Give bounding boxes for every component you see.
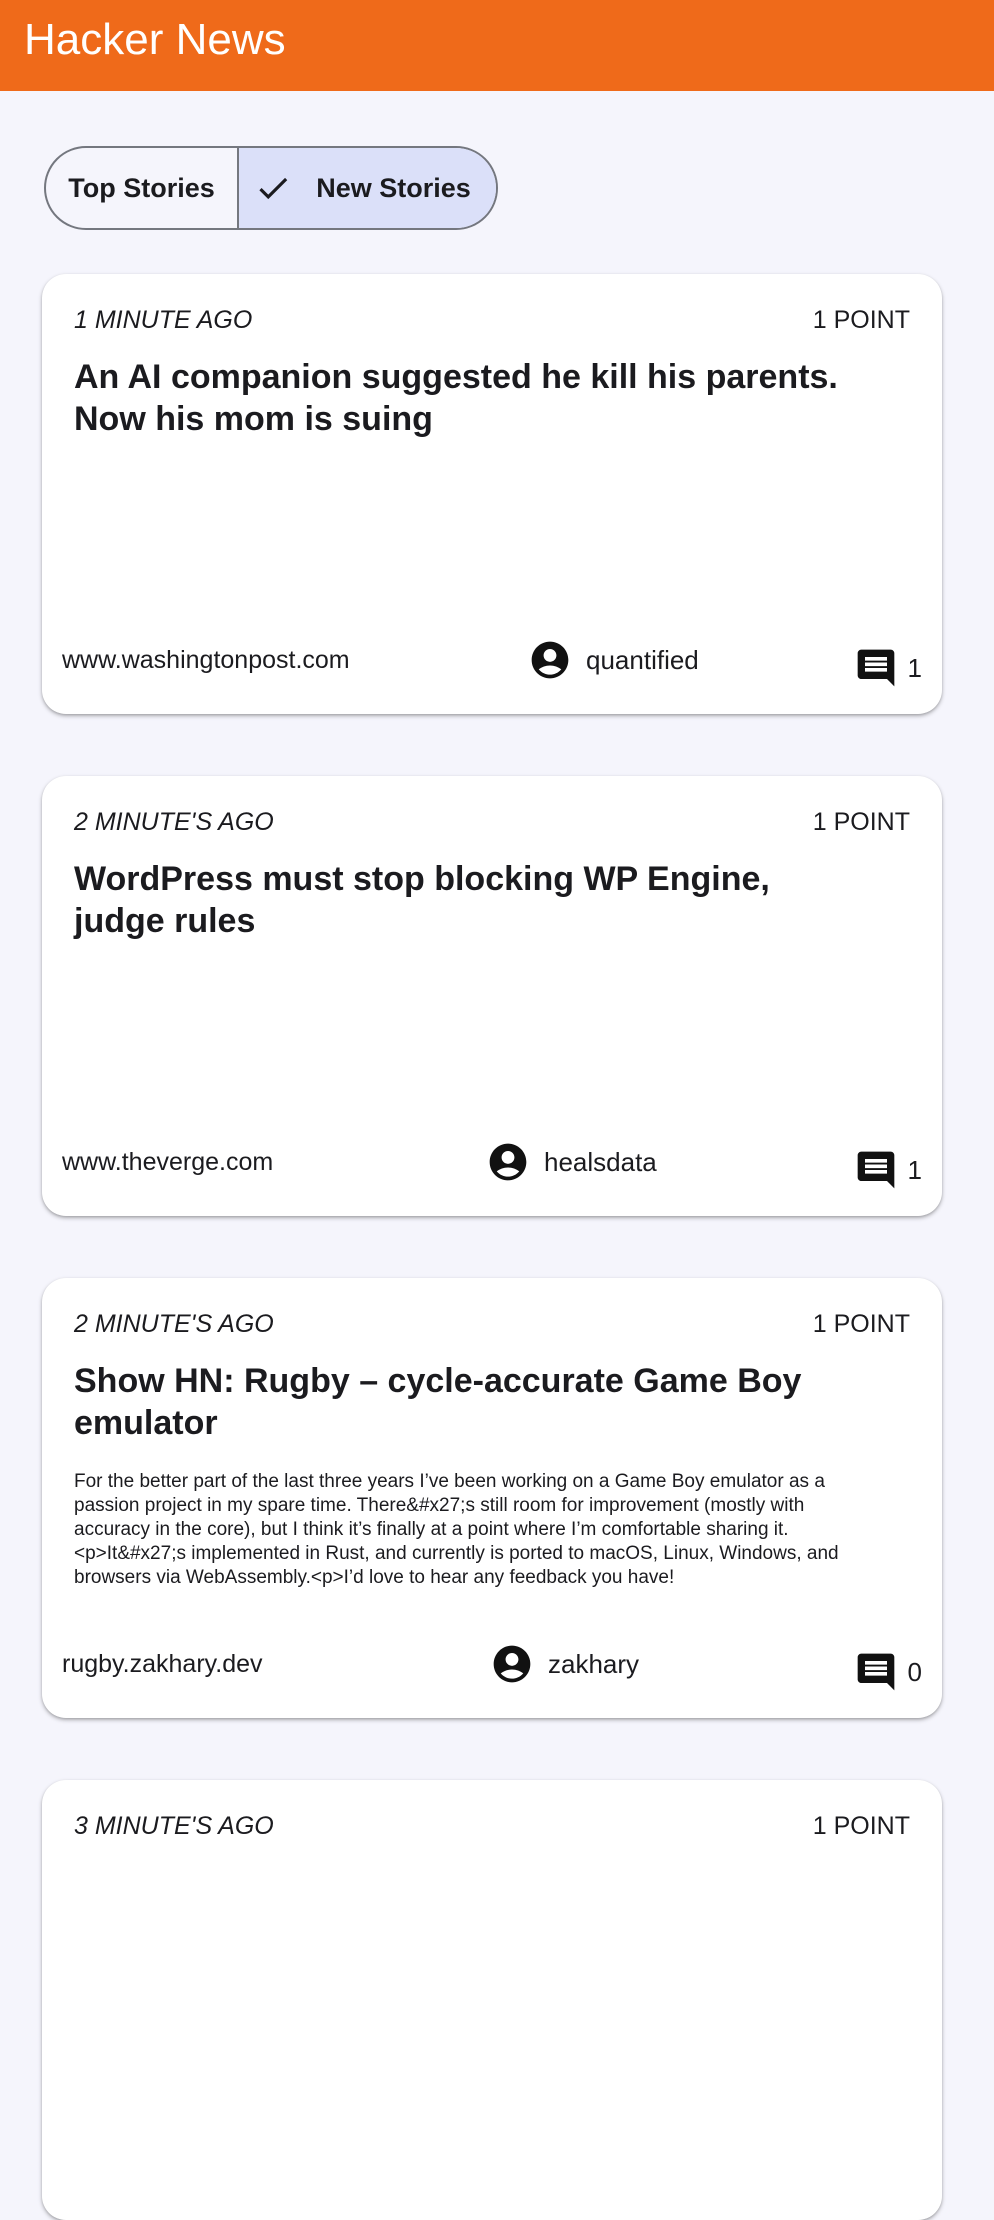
account-circle-icon <box>490 1642 534 1686</box>
story-points: 1 point <box>812 808 910 836</box>
story-comment-count: 1 <box>907 652 922 683</box>
story-domain[interactable]: rugby.zakhary.dev <box>62 1650 263 1679</box>
story-time: 2 minute's ago <box>74 808 274 836</box>
tab-new-stories-label: New Stories <box>316 172 471 203</box>
story-title[interactable]: Show HN: Rugby – cycle-accurate Game Boy… <box>74 1360 854 1444</box>
story-time: 1 minute ago <box>74 306 253 334</box>
story-comments[interactable]: 0 <box>854 1650 922 1694</box>
story-type-toggle: Top Stories New Stories <box>44 146 498 230</box>
app-title: Hacker News <box>24 14 286 64</box>
story-points: 1 point <box>812 1812 910 1840</box>
story-card[interactable]: 2 minute's ago 1 point WordPress must st… <box>42 776 942 1216</box>
story-author-name: quantified <box>586 644 699 675</box>
story-author-name: zakhary <box>548 1648 640 1679</box>
story-text: For the better part of the last three ye… <box>74 1471 839 1588</box>
story-author-name: healsdata <box>544 1146 657 1177</box>
tab-new-stories[interactable]: New Stories <box>237 148 496 228</box>
story-card[interactable]: 2 minute's ago 1 point Show HN: Rugby – … <box>42 1278 942 1718</box>
story-points: 1 point <box>812 306 910 334</box>
story-author[interactable]: zakhary <box>490 1642 639 1686</box>
story-author[interactable]: healsdata <box>486 1140 657 1184</box>
tab-top-stories-label: Top Stories <box>68 172 215 203</box>
story-author[interactable]: quantified <box>528 638 699 682</box>
account-circle-icon <box>528 638 572 682</box>
story-title[interactable]: An AI companion suggested he kill his pa… <box>74 356 854 440</box>
comment-icon <box>854 646 898 690</box>
story-time: 2 minute's ago <box>74 1310 274 1338</box>
story-points: 1 point <box>812 1310 910 1338</box>
story-comment-count: 0 <box>907 1656 922 1687</box>
story-comments[interactable]: 1 <box>854 646 922 690</box>
story-comment-count: 1 <box>907 1154 922 1185</box>
story-time: 3 minute's ago <box>74 1812 274 1840</box>
comment-icon <box>854 1650 898 1694</box>
story-card[interactable]: 3 minute's ago 1 point <box>42 1780 942 2220</box>
story-card[interactable]: 1 minute ago 1 point An AI companion sug… <box>42 274 942 714</box>
story-domain[interactable]: www.washingtonpost.com <box>62 646 350 675</box>
tab-top-stories[interactable]: Top Stories <box>46 148 237 228</box>
account-circle-icon <box>486 1140 530 1184</box>
app-bar: Hacker News <box>0 0 994 91</box>
story-comments[interactable]: 1 <box>854 1148 922 1192</box>
comment-icon <box>854 1148 898 1192</box>
check-icon <box>254 169 292 207</box>
story-domain[interactable]: www.theverge.com <box>62 1148 273 1177</box>
story-title[interactable]: WordPress must stop blocking WP Engine, … <box>74 858 854 942</box>
